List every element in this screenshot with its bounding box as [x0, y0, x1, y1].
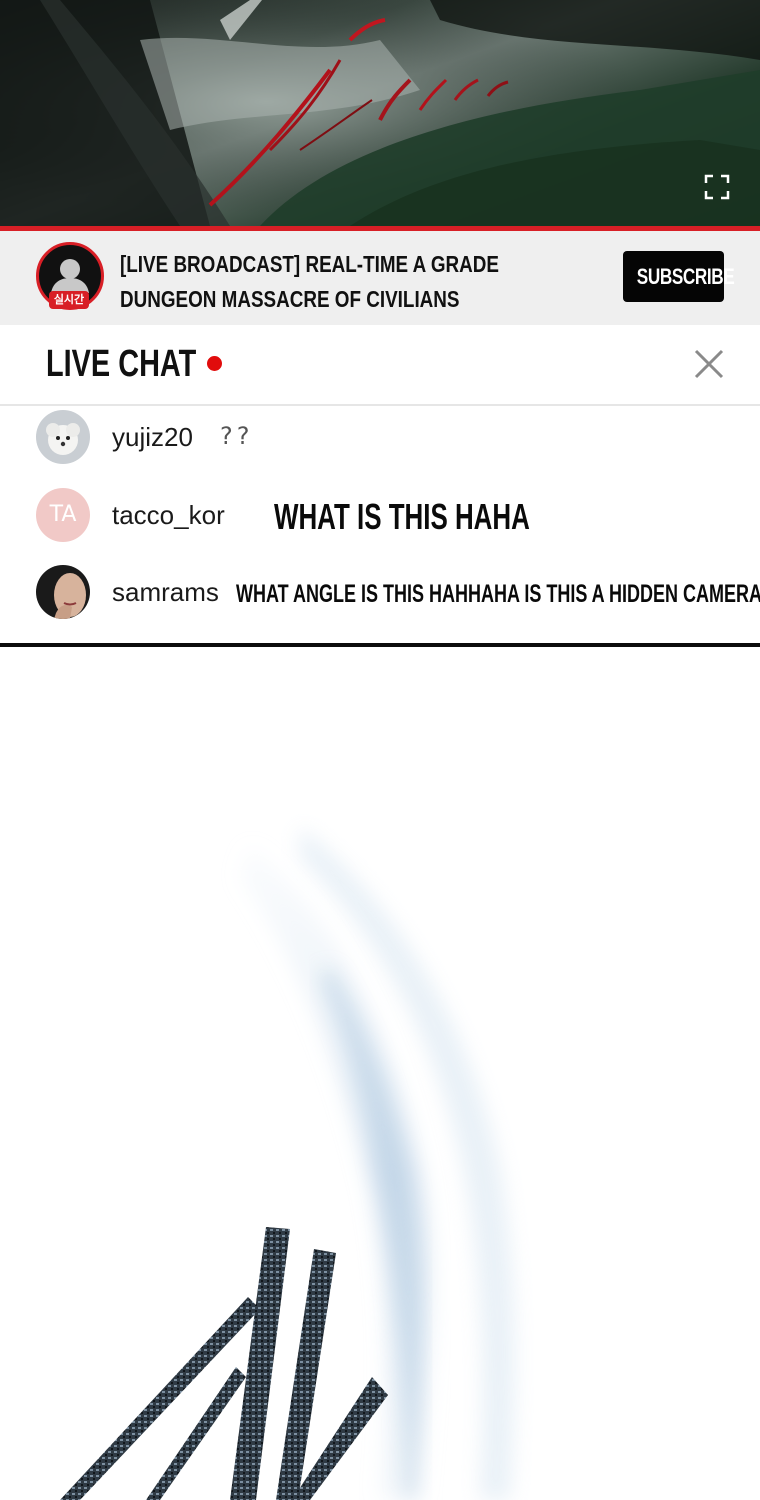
- chat-message-text: WHAT IS THIS HAHA: [274, 496, 530, 537]
- chat-username[interactable]: tacco_kor: [112, 498, 225, 532]
- user-avatar[interactable]: [36, 410, 90, 464]
- webtoon-panel: 실시간 [Live Broadcast] Real-Time A Grade D…: [0, 0, 760, 1500]
- chat-username[interactable]: yujiz20: [112, 420, 193, 454]
- chat-message-text: WHAT ANGLE IS THIS HAHHAHA IS THIS A HID…: [236, 580, 760, 608]
- fullscreen-icon[interactable]: [704, 174, 730, 200]
- chat-message: yujiz20 ??: [0, 402, 760, 472]
- close-icon[interactable]: [690, 345, 728, 383]
- stream-title: [Live Broadcast] Real-Time A Grade Dunge…: [120, 247, 499, 317]
- stream-title-line-1: [Live Broadcast] Real-Time A Grade: [120, 251, 499, 277]
- video-frame-art: [0, 0, 760, 226]
- live-dot-icon: [207, 356, 222, 371]
- subscribe-label: SUBSCRIBE: [636, 263, 735, 289]
- slash-effect-art: [60, 827, 515, 1500]
- chat-message-text: ??: [220, 422, 254, 450]
- user-avatar[interactable]: TA: [36, 488, 90, 542]
- channel-bar: 실시간 [Live Broadcast] Real-Time A Grade D…: [0, 231, 760, 325]
- chat-username[interactable]: samrams: [112, 575, 219, 609]
- subscribe-button[interactable]: SUBSCRIBE: [623, 251, 735, 302]
- chat-message: TA tacco_kor WHAT IS THIS HAHA: [0, 480, 760, 550]
- live-badge: 실시간: [49, 291, 89, 309]
- live-chat-title: LIVE CHAT: [46, 343, 197, 385]
- avatar-initials: TA: [36, 488, 90, 542]
- portrait-avatar-icon: [36, 565, 90, 619]
- live-chat-header: LIVE CHAT: [0, 325, 760, 406]
- chat-message: samrams WHAT ANGLE IS THIS HAHHAHA IS TH…: [0, 557, 760, 627]
- dog-avatar-icon: [36, 410, 90, 464]
- video-player[interactable]: [0, 0, 760, 226]
- user-avatar[interactable]: [36, 565, 90, 619]
- stream-title-line-2: Dungeon Massacre of Civilians: [120, 286, 460, 312]
